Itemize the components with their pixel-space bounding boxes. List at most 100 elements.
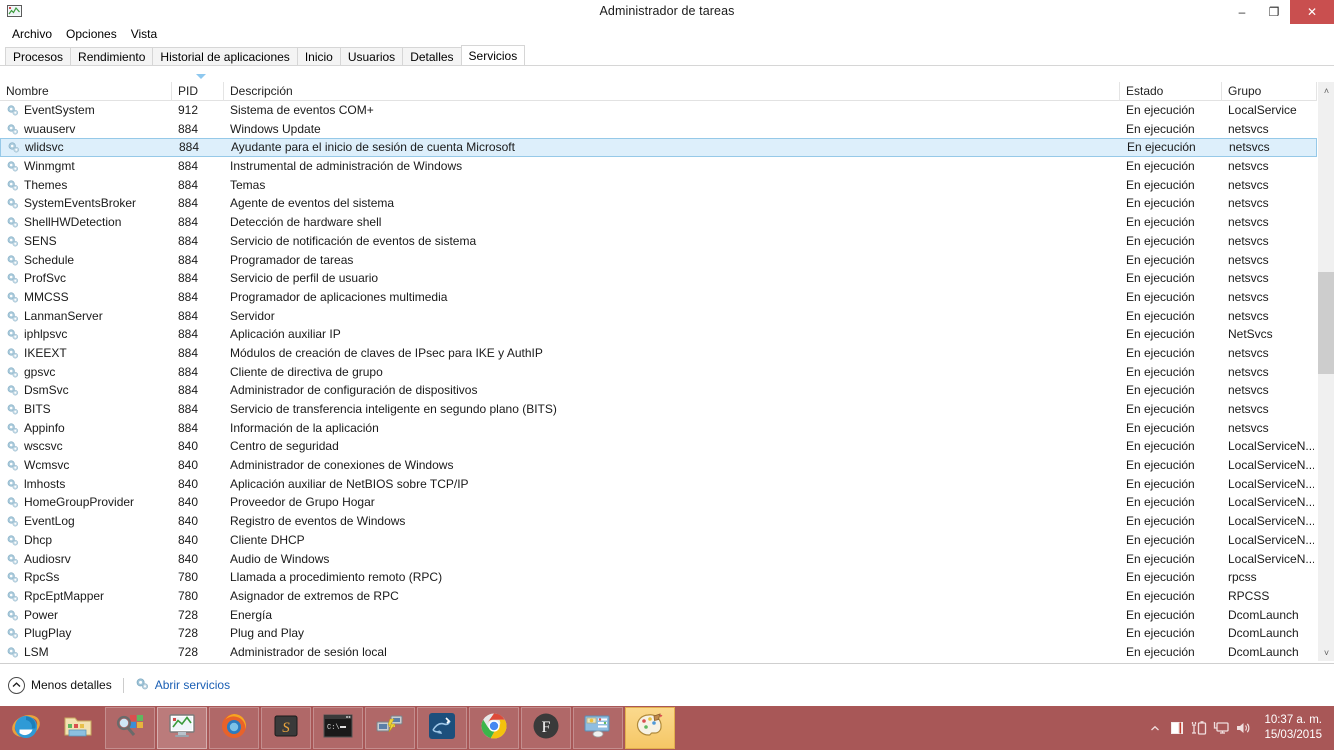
foxit-reader-icon: F (532, 712, 560, 745)
cell-group: netsvcs (1228, 159, 1269, 174)
scrollbar-thumb[interactable] (1318, 272, 1334, 374)
control-panel-icon (583, 713, 613, 744)
taskbar-button-command-prompt[interactable]: C:\ (313, 707, 363, 749)
taskbar-button-task-manager[interactable] (157, 707, 207, 749)
table-row[interactable]: wuauserv 884 Windows Update En ejecución net… (0, 120, 1317, 139)
table-header: Nombre PID Descripción Estado Grupo (0, 82, 1334, 101)
cell-group: LocalServiceN... (1228, 532, 1314, 547)
table-row[interactable]: LSM 728 Administrador de sesión local En ej… (0, 643, 1317, 661)
table-row[interactable]: RpcEptMapper 780 Asignador de extremos de … (0, 587, 1317, 606)
menu-archivo[interactable]: Archivo (6, 26, 60, 43)
cell-state: En ejecución (1126, 588, 1195, 603)
less-details-button[interactable]: Menos detalles (8, 676, 112, 694)
taskbar-button-google-chrome[interactable] (469, 707, 519, 749)
taskbar-button-internet-explorer[interactable] (1, 707, 51, 749)
taskbar-button-network-tool[interactable] (365, 707, 415, 749)
taskbar-button-firefox[interactable] (209, 707, 259, 749)
column-header-name[interactable]: Nombre (0, 82, 172, 101)
cell-group: netsvcs (1228, 121, 1269, 136)
table-row[interactable]: wlidsvc 884 Ayudante para el inicio de ses… (0, 138, 1317, 158)
table-row[interactable]: gpsvc 884 Cliente de directiva de grupo En … (0, 363, 1317, 382)
table-row[interactable]: RpcSs 780 Llamada a procedimiento remoto (… (0, 568, 1317, 587)
menu-vista[interactable]: Vista (125, 26, 165, 43)
table-row[interactable]: LanmanServer 884 Servidor En ejecución netsv… (0, 307, 1317, 326)
table-row[interactable]: Themes 884 Temas En ejecución netsvcs (0, 176, 1317, 195)
table-row[interactable]: Appinfo 884 Información de la aplicación En… (0, 419, 1317, 438)
cell-name: Audiosrv (24, 551, 71, 566)
table-row[interactable]: Schedule 884 Programador de tareas En ejecu… (0, 251, 1317, 270)
flag-action-center-icon[interactable] (1166, 706, 1188, 750)
table-row[interactable]: SystemEventsBroker 884 Agente de eventos d… (0, 194, 1317, 213)
tab-inicio[interactable]: Inicio (296, 47, 341, 66)
cell-group: netsvcs (1228, 196, 1269, 211)
wireshark-icon (428, 712, 456, 745)
table-row[interactable]: EventSystem 912 Sistema de eventos COM+ En … (0, 101, 1317, 120)
table-row[interactable]: HomeGroupProvider 840 Proveedor de Grupo H… (0, 493, 1317, 512)
taskbar-button-foxit-reader[interactable]: F (521, 707, 571, 749)
menu-opciones[interactable]: Opciones (60, 26, 125, 43)
battery-icon[interactable] (1188, 706, 1210, 750)
cell-desc: Ayudante para el inicio de sesión de cue… (231, 140, 515, 155)
open-services-link[interactable]: Abrir servicios (135, 677, 230, 694)
tab-procesos[interactable]: Procesos (5, 47, 72, 66)
table-row[interactable]: Dhcp 840 Cliente DHCP En ejecución LocalServ… (0, 531, 1317, 550)
file-explorer-icon (63, 713, 93, 744)
taskbar-button-wireshark[interactable] (417, 707, 467, 749)
column-header-group[interactable]: Grupo (1222, 82, 1317, 101)
table-row[interactable]: Power 728 Energía En ejecución DcomLaunch (0, 606, 1317, 625)
tab-servicios[interactable]: Servicios (460, 45, 526, 66)
network-icon[interactable] (1210, 706, 1232, 750)
table-row[interactable]: EventLog 840 Registro de eventos de Window… (0, 512, 1317, 531)
close-button[interactable]: ✕ (1290, 0, 1334, 24)
table-row[interactable]: wscsvc 840 Centro de seguridad En ejecución… (0, 437, 1317, 456)
task-manager-window: Administrador de tareas – ❐ ✕ Archivo Op… (0, 0, 1334, 750)
table-row[interactable]: PlugPlay 728 Plug and Play En ejecución Dcom… (0, 624, 1317, 643)
column-header-state[interactable]: Estado (1120, 82, 1222, 101)
service-gear-icon (6, 515, 20, 528)
sublime-text-icon: S (272, 712, 300, 745)
tab-historial-de-aplicaciones[interactable]: Historial de aplicaciones (152, 47, 298, 66)
cell-pid: 884 (178, 252, 199, 267)
vertical-scrollbar[interactable]: ˄ ˅ (1317, 82, 1334, 661)
scroll-down-arrow-icon[interactable]: ˅ (1318, 644, 1334, 661)
cell-state: En ejecución (1126, 383, 1195, 398)
cell-pid: 884 (178, 308, 199, 323)
taskbar-button-paint[interactable] (625, 707, 675, 749)
taskbar-button-control-panel[interactable] (573, 707, 623, 749)
cell-desc: Cliente de directiva de grupo (230, 364, 383, 379)
table-row[interactable]: SENS 884 Servicio de notificación de event… (0, 232, 1317, 251)
cell-desc: Registro de eventos de Windows (230, 514, 406, 529)
table-row[interactable]: ShellHWDetection 884 Detección de hardware… (0, 213, 1317, 232)
maximize-button[interactable]: ❐ (1258, 0, 1290, 24)
clock-time: 10:37 a. m. (1264, 714, 1322, 726)
cell-pid: 840 (178, 458, 199, 473)
table-row[interactable]: MMCSS 884 Programador de aplicaciones mult… (0, 288, 1317, 307)
table-row[interactable]: lmhosts 840 Aplicación auxiliar de NetBIOS… (0, 475, 1317, 494)
tab-usuarios[interactable]: Usuarios (339, 47, 404, 66)
table-row[interactable]: ProfSvc 884 Servicio de perfil de usuario E… (0, 269, 1317, 288)
table-row[interactable]: BITS 884 Servicio de transferencia intelig… (0, 400, 1317, 419)
table-row[interactable]: IKEEXT 884 Módulos de creación de claves d… (0, 344, 1317, 363)
tab-rendimiento[interactable]: Rendimiento (70, 47, 154, 66)
tab-detalles[interactable]: Detalles (402, 47, 462, 66)
taskbar-button-search-windows[interactable] (105, 707, 155, 749)
column-header-pid[interactable]: PID (172, 82, 224, 101)
cell-pid: 884 (178, 402, 199, 416)
minimize-button[interactable]: – (1226, 0, 1258, 24)
cell-name: SENS (24, 233, 57, 248)
service-gear-icon (6, 553, 20, 566)
show-hidden-icons-button[interactable] (1144, 706, 1166, 750)
scroll-up-arrow-icon[interactable]: ˄ (1318, 82, 1334, 99)
volume-icon[interactable] (1232, 706, 1254, 750)
column-header-desc[interactable]: Descripción (224, 82, 1120, 101)
taskbar-clock[interactable]: 10:37 a. m. 15/03/2015 (1264, 713, 1322, 743)
table-row[interactable]: Winmgmt 884 Instrumental de administración… (0, 157, 1317, 176)
table-row[interactable]: Wcmsvc 840 Administrador de conexiones de … (0, 456, 1317, 475)
taskbar-button-file-explorer[interactable] (53, 707, 103, 749)
table-row[interactable]: DsmSvc 884 Administrador de configuración … (0, 381, 1317, 400)
table-row[interactable]: iphlpsvc 884 Aplicación auxiliar IP En ejec… (0, 325, 1317, 344)
taskbar-button-sublime-text[interactable]: S (261, 707, 311, 749)
table-row[interactable]: Audiosrv 840 Audio de Windows En ejecución L… (0, 550, 1317, 569)
services-table-body[interactable]: EventSystem 912 Sistema de eventos COM+ En … (0, 101, 1317, 661)
cell-pid: 884 (178, 196, 199, 211)
